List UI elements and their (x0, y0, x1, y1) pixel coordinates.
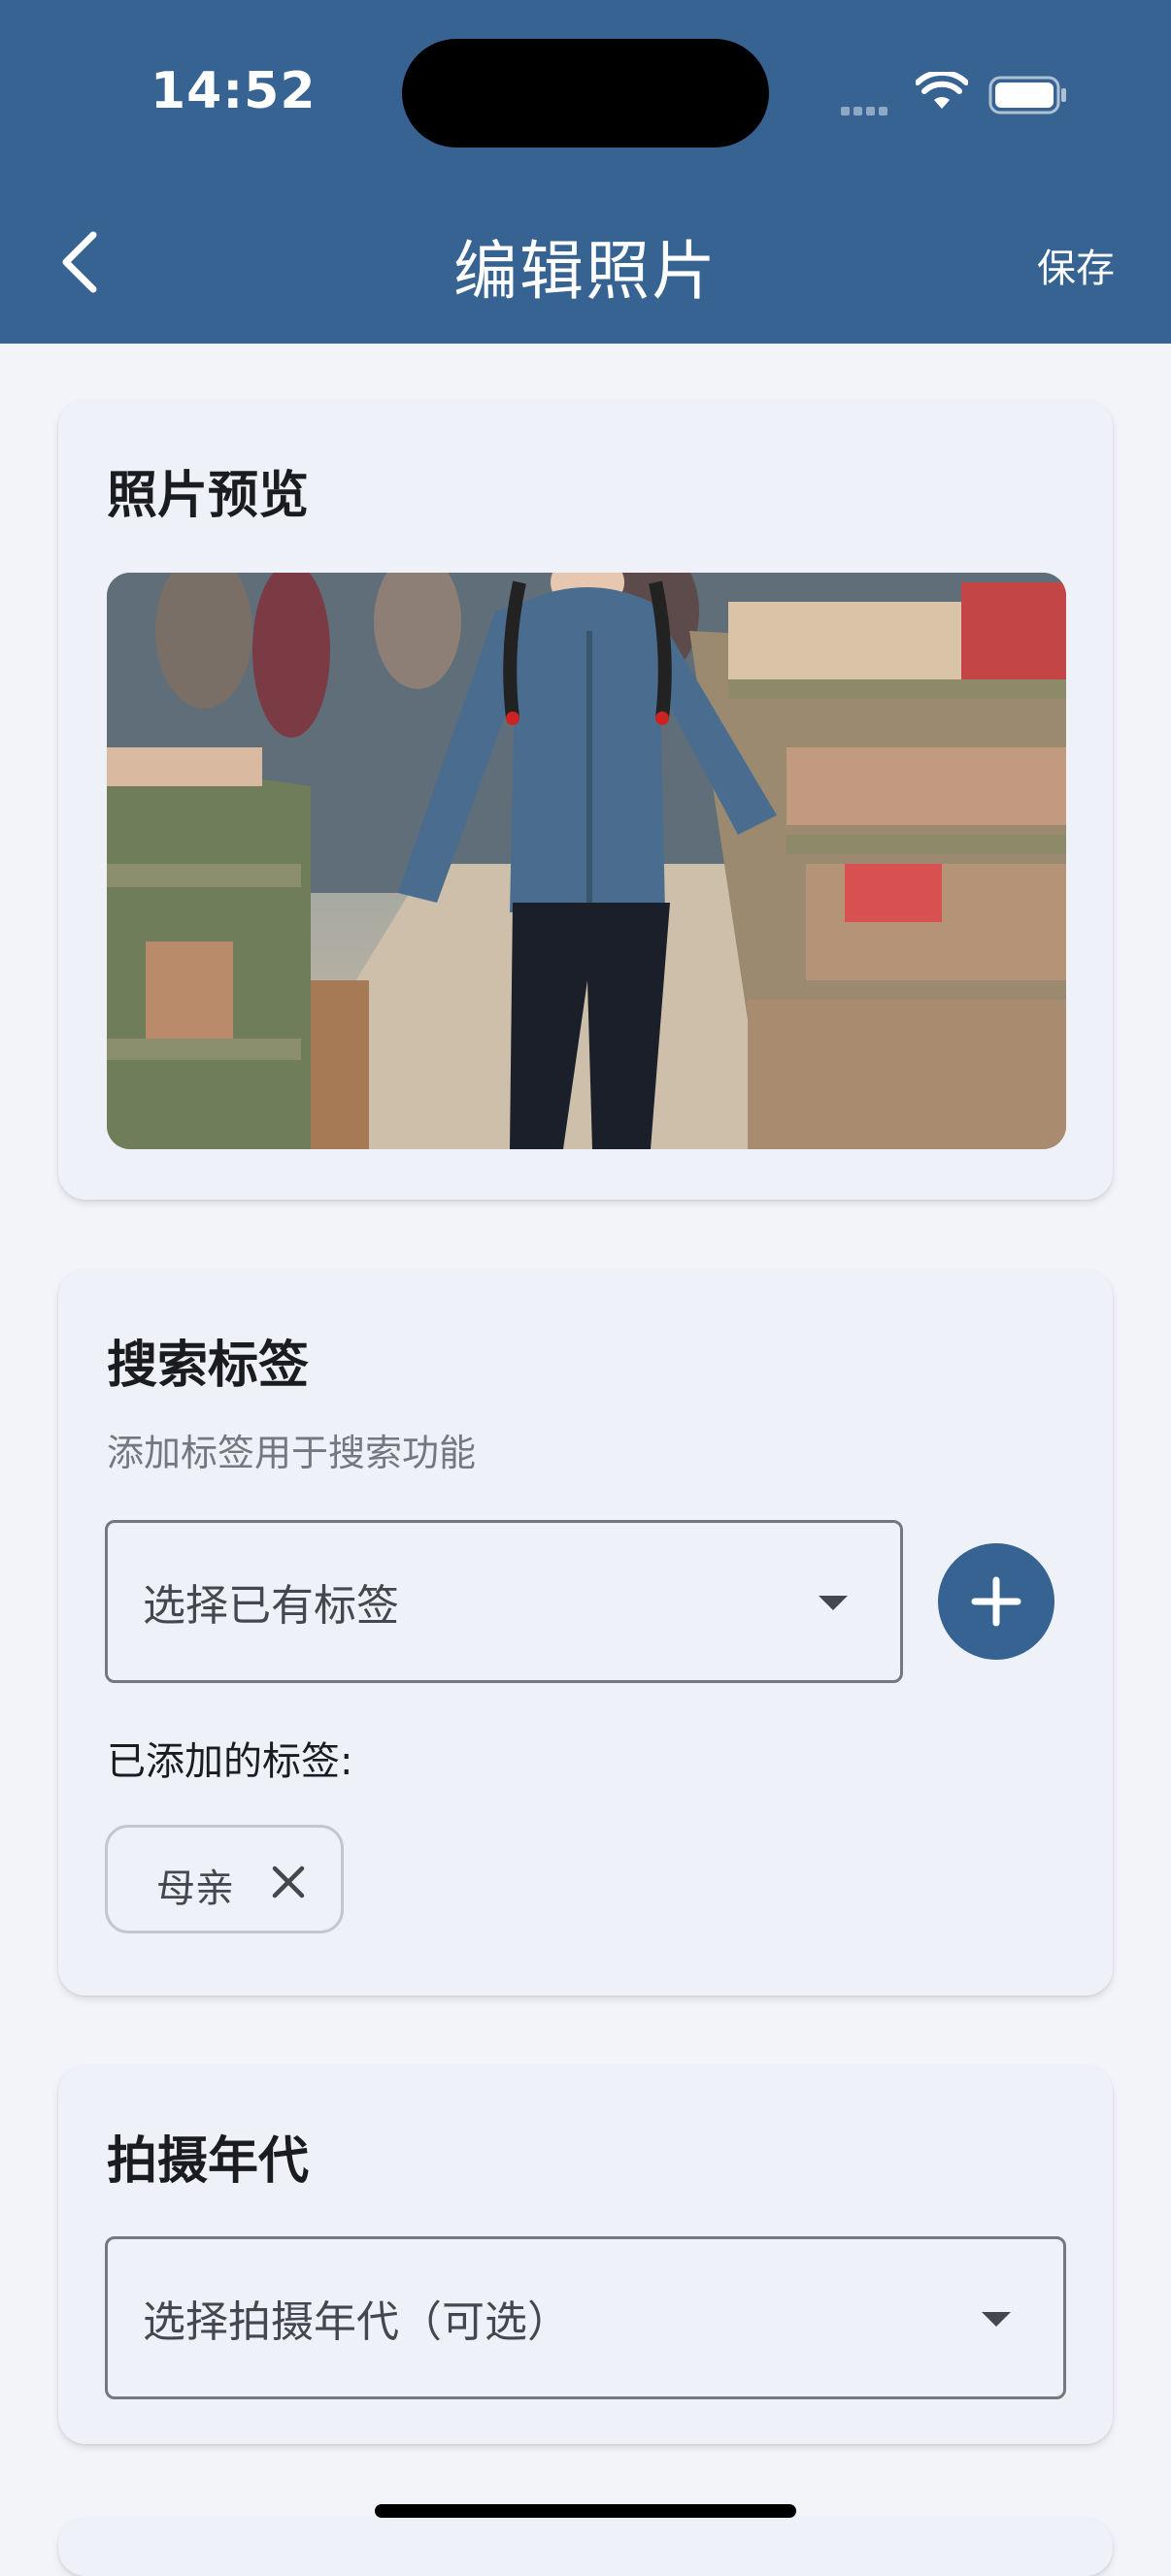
era-select-placeholder: 选择拍摄年代（可选） (143, 2297, 570, 2347)
status-time: 14:52 (151, 62, 317, 120)
page-title: 编辑照片 (453, 234, 718, 309)
dropdown-caret-icon (819, 1596, 848, 1610)
battery-icon (988, 76, 1066, 115)
search-tags-card: 搜索标签 添加标签用于搜索功能 选择已有标签 已添加的标签: 母亲 (58, 1270, 1113, 1996)
tag-chip-label: 母亲 (156, 1866, 234, 1911)
photo-preview-title: 照片预览 (107, 467, 310, 525)
add-tag-button[interactable] (938, 1543, 1054, 1660)
save-button[interactable]: 保存 (1037, 237, 1115, 293)
photo-preview-card: 照片预览 (58, 400, 1113, 1200)
search-tags-title: 搜索标签 (107, 1337, 310, 1395)
search-tags-subtitle: 添加标签用于搜索功能 (107, 1432, 477, 1474)
app-header: 14:52 编辑照片 保存 (0, 0, 1171, 344)
tag-chip: 母亲 (105, 1825, 344, 1933)
signal-icon (841, 101, 891, 119)
wifi-icon (916, 72, 968, 109)
shooting-era-title: 拍摄年代 (107, 2132, 310, 2191)
tag-select-placeholder: 选择已有标签 (143, 1581, 399, 1631)
shooting-era-card: 拍摄年代 选择拍摄年代（可选） (58, 2065, 1113, 2444)
photo-preview-image[interactable] (107, 573, 1066, 1149)
dynamic-island (402, 39, 769, 148)
tag-select-dropdown[interactable]: 选择已有标签 (105, 1520, 903, 1683)
next-card (58, 2518, 1113, 2576)
added-tags-label: 已添加的标签: (107, 1739, 353, 1784)
era-select-dropdown[interactable]: 选择拍摄年代（可选） (105, 2236, 1066, 2399)
plus-icon (971, 1576, 1021, 1627)
dropdown-caret-icon (982, 2312, 1011, 2327)
close-icon[interactable] (269, 1863, 308, 1901)
home-indicator[interactable] (375, 2504, 796, 2518)
